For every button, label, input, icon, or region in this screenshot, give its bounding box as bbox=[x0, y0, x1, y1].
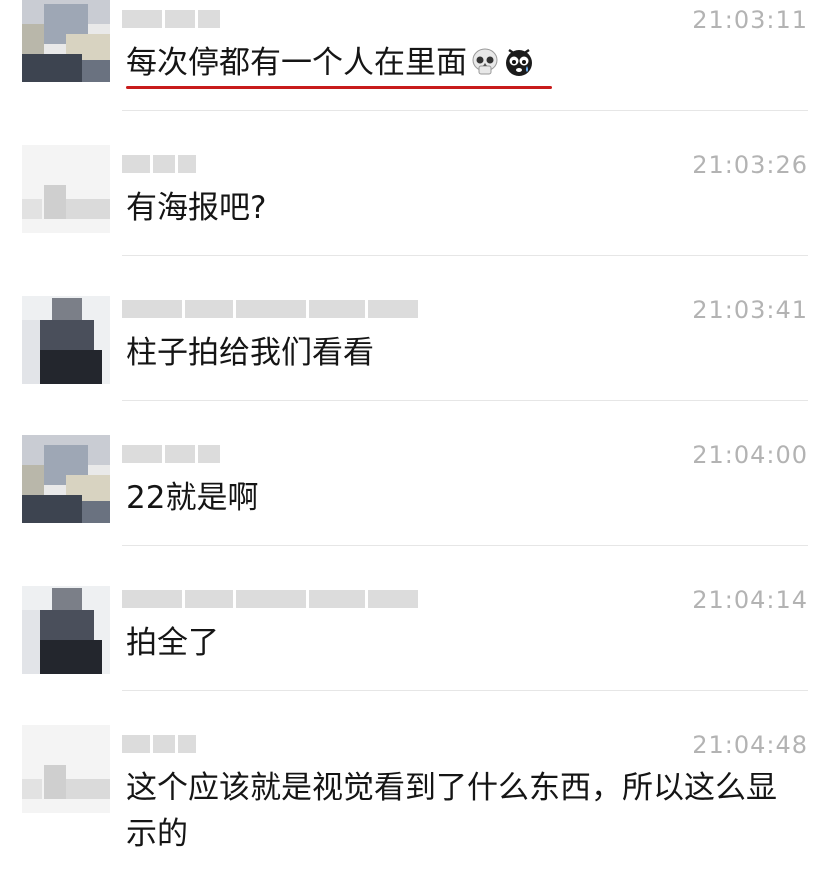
chat-message[interactable]: 21:03:11 每次停都有一个人在里面 bbox=[0, 0, 840, 111]
divider bbox=[122, 110, 808, 111]
sender-name-blurred[interactable] bbox=[122, 298, 418, 320]
message-timestamp: 21:03:26 bbox=[692, 151, 808, 179]
sender-name-blurred[interactable] bbox=[122, 153, 196, 175]
divider bbox=[122, 545, 808, 546]
chat-message[interactable]: 21:04:14 拍全了 bbox=[0, 580, 840, 691]
message-text: 有海报吧? bbox=[126, 190, 267, 226]
message-text: 每次停都有一个人在里面 bbox=[126, 40, 806, 86]
message-timestamp: 21:04:00 bbox=[692, 441, 808, 469]
sender-name-blurred[interactable] bbox=[122, 8, 220, 30]
chat-message[interactable]: 21:03:26 有海报吧? bbox=[0, 145, 840, 256]
divider bbox=[122, 690, 808, 691]
crying-face-emoji-icon bbox=[506, 48, 532, 76]
message-text-content: 每次停都有一个人在里面 bbox=[126, 45, 467, 81]
avatar[interactable] bbox=[22, 0, 110, 82]
message-text: 这个应该就是视觉看到了什么东西，所以这么显示的 bbox=[126, 770, 777, 852]
message-timestamp: 21:03:11 bbox=[692, 6, 808, 34]
avatar[interactable] bbox=[22, 296, 110, 384]
avatar[interactable] bbox=[22, 586, 110, 674]
sender-name-blurred[interactable] bbox=[122, 588, 418, 610]
avatar[interactable] bbox=[22, 435, 110, 523]
avatar[interactable] bbox=[22, 725, 110, 813]
divider bbox=[122, 400, 808, 401]
highlight-underline bbox=[126, 86, 552, 89]
sender-name-blurred[interactable] bbox=[122, 733, 196, 755]
sender-name-blurred[interactable] bbox=[122, 443, 220, 465]
divider bbox=[122, 255, 808, 256]
chat-message[interactable]: 21:04:00 22就是啊 bbox=[0, 435, 840, 546]
message-timestamp: 21:04:48 bbox=[692, 731, 808, 759]
chat-message[interactable]: 21:03:41 柱子拍给我们看看 bbox=[0, 290, 840, 401]
message-text: 柱子拍给我们看看 bbox=[126, 335, 374, 371]
skull-emoji-icon bbox=[472, 48, 498, 75]
chat-message[interactable]: 21:04:48 这个应该就是视觉看到了什么东西，所以这么显示的 bbox=[0, 725, 840, 885]
message-text: 22就是啊 bbox=[126, 480, 259, 516]
message-timestamp: 21:04:14 bbox=[692, 586, 808, 614]
message-timestamp: 21:03:41 bbox=[692, 296, 808, 324]
avatar[interactable] bbox=[22, 145, 110, 233]
message-text: 拍全了 bbox=[126, 625, 219, 661]
